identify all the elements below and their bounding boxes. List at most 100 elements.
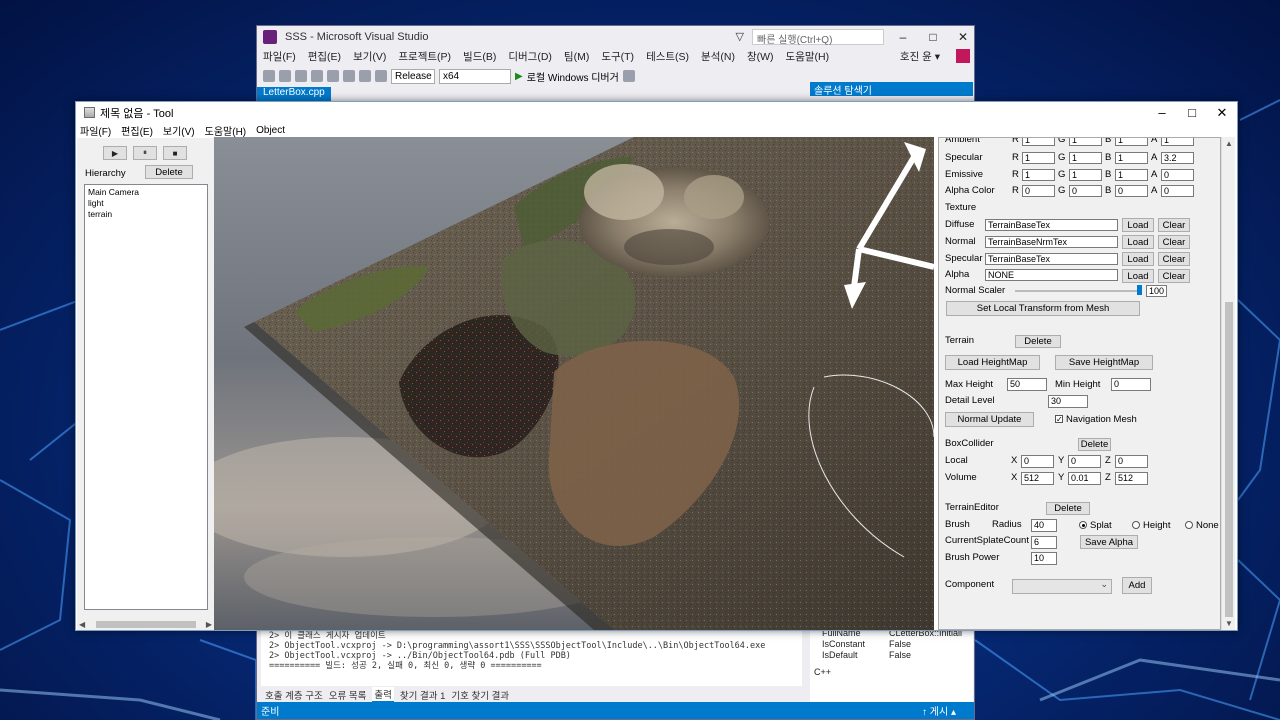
save-heightmap-button[interactable]: Save HeightMap — [1055, 355, 1153, 370]
configuration-select[interactable]: Release — [391, 68, 435, 84]
local-x-input[interactable]: 0 — [1021, 455, 1054, 468]
specular-b-input[interactable]: 1 — [1115, 152, 1148, 164]
specular-clear-button[interactable]: Clear — [1158, 252, 1190, 266]
tab-error-list[interactable]: 오류 목록 — [329, 688, 367, 702]
diffuse-load-button[interactable]: Load — [1122, 218, 1154, 232]
diffuse-texture-field[interactable]: TerrainBaseTex — [985, 219, 1118, 231]
local-y-input[interactable]: 0 — [1068, 455, 1101, 468]
alpha-color-g-input[interactable]: 0 — [1069, 185, 1102, 197]
navigation-mesh-checkbox[interactable]: ✓ — [1055, 415, 1063, 424]
list-item[interactable]: Main Camera — [88, 187, 204, 198]
current-splat-count-input[interactable]: 6 — [1031, 536, 1057, 549]
vs-menu-tools[interactable]: 도구(T) — [601, 49, 634, 64]
tab-letterbox-cpp[interactable]: LetterBox.cpp — [257, 87, 331, 101]
save-icon[interactable] — [327, 70, 339, 82]
maximize-icon[interactable]: □ — [1177, 105, 1207, 120]
load-heightmap-button[interactable]: Load HeightMap — [945, 355, 1040, 370]
tool-menu-object[interactable]: Object — [256, 125, 285, 136]
list-item[interactable]: light — [88, 198, 204, 209]
ambient-a-input[interactable]: 1 — [1161, 138, 1194, 146]
tool-menu-file[interactable]: 파일(F) — [80, 123, 111, 138]
detail-level-input[interactable]: 30 — [1048, 395, 1088, 408]
list-item[interactable]: terrain — [88, 209, 204, 220]
normal-load-button[interactable]: Load — [1122, 235, 1154, 249]
platform-select[interactable]: x64 — [439, 68, 511, 84]
hierarchy-scrollbar[interactable]: ◀ ▶ — [79, 618, 212, 630]
emissive-a-input[interactable]: 0 — [1161, 169, 1194, 181]
vs-menu-build[interactable]: 빌드(B) — [463, 49, 496, 64]
box-collider-delete-button[interactable]: Delete — [1078, 438, 1111, 451]
minimize-icon[interactable]: – — [892, 30, 914, 44]
debug-target-button[interactable]: 로컬 Windows 디버거 — [527, 69, 619, 84]
tool-menu-edit[interactable]: 편집(E) — [121, 123, 153, 138]
vs-menu-test[interactable]: 테스트(S) — [646, 49, 689, 64]
max-height-input[interactable]: 50 — [1007, 378, 1047, 391]
local-z-input[interactable]: 0 — [1115, 455, 1148, 468]
play-button[interactable]: ▶ — [103, 146, 127, 160]
close-icon[interactable]: ✕ — [1207, 105, 1237, 121]
emissive-g-input[interactable]: 1 — [1069, 169, 1102, 181]
tool-menu-view[interactable]: 보기(V) — [163, 123, 195, 138]
alpha-color-a-input[interactable]: 0 — [1161, 185, 1194, 197]
normal-update-button[interactable]: Normal Update — [945, 412, 1034, 427]
scroll-left-icon[interactable]: ◀ — [79, 620, 85, 629]
alpha-clear-button[interactable]: Clear — [1158, 269, 1190, 283]
alpha-color-r-input[interactable]: 0 — [1022, 185, 1055, 197]
scene-viewport[interactable] — [214, 137, 934, 630]
start-debug-icon[interactable]: ▶ — [515, 71, 523, 82]
terrain-editor-delete-button[interactable]: Delete — [1046, 502, 1090, 515]
brush-power-input[interactable]: 10 — [1031, 552, 1057, 565]
open-file-icon[interactable] — [311, 70, 323, 82]
filter-icon[interactable]: ▽ — [736, 30, 744, 43]
emissive-b-input[interactable]: 1 — [1115, 169, 1148, 181]
forward-icon[interactable] — [279, 70, 291, 82]
brush-mode-none-radio[interactable] — [1185, 521, 1193, 529]
brush-mode-height-radio[interactable] — [1132, 521, 1140, 529]
pause-button[interactable]: ⏸ — [133, 146, 157, 160]
vs-menu-file[interactable]: 파일(F) — [263, 49, 296, 64]
alpha-color-b-input[interactable]: 0 — [1115, 185, 1148, 197]
vs-menu-help[interactable]: 도움말(H) — [786, 49, 830, 64]
vs-menu-team[interactable]: 팀(M) — [564, 49, 589, 64]
vs-menu-edit[interactable]: 편집(E) — [308, 49, 341, 64]
component-select[interactable] — [1012, 579, 1112, 594]
tab-output[interactable]: 출력 — [372, 687, 394, 703]
solution-explorer-header[interactable]: 솔루션 탐색기 — [810, 82, 973, 97]
min-height-input[interactable]: 0 — [1111, 378, 1151, 391]
tab-find-results[interactable]: 찾기 결과 1 — [400, 688, 446, 702]
volume-z-input[interactable]: 512 — [1115, 472, 1148, 485]
bookmark-icon[interactable] — [622, 70, 635, 82]
vs-menu-window[interactable]: 창(W) — [747, 49, 774, 64]
quick-launch-input[interactable]: 빠른 실행(Ctrl+Q) — [752, 28, 884, 46]
add-component-button[interactable]: Add — [1122, 577, 1152, 594]
tool-menu-help[interactable]: 도움말(H) — [205, 123, 246, 138]
close-icon[interactable]: ✕ — [952, 30, 974, 44]
new-project-icon[interactable] — [295, 70, 307, 82]
specular-a-input[interactable]: 3.2 — [1161, 152, 1194, 164]
normal-scaler-thumb[interactable] — [1136, 285, 1142, 295]
normal-clear-button[interactable]: Clear — [1158, 235, 1190, 249]
scroll-right-icon[interactable]: ▶ — [206, 620, 212, 629]
back-icon[interactable] — [263, 70, 275, 82]
specular-load-button[interactable]: Load — [1122, 252, 1154, 266]
vs-menu-analyze[interactable]: 분석(N) — [701, 49, 735, 64]
terrain-delete-button[interactable]: Delete — [1015, 335, 1061, 348]
ambient-g-input[interactable]: 1 — [1069, 138, 1102, 146]
tab-call-hierarchy[interactable]: 호출 계층 구조 — [265, 688, 323, 702]
vs-menu-debug[interactable]: 디버그(D) — [508, 49, 552, 64]
normal-scaler-track[interactable] — [1015, 290, 1141, 292]
save-all-icon[interactable] — [343, 70, 355, 82]
vs-menu-project[interactable]: 프로젝트(P) — [398, 49, 451, 64]
save-alpha-button[interactable]: Save Alpha — [1080, 535, 1138, 549]
vs-user-name[interactable]: 호진 윤 ▾ — [900, 49, 940, 64]
tab-find-symbol-results[interactable]: 기호 찾기 결과 — [451, 688, 509, 702]
ambient-r-input[interactable]: 1 — [1022, 138, 1055, 146]
brush-mode-splat-radio[interactable] — [1079, 521, 1087, 529]
scroll-up-icon[interactable]: ▲ — [1225, 139, 1233, 148]
inspector-scrollbar[interactable]: ▲ ▼ — [1221, 137, 1235, 630]
scroll-thumb[interactable] — [1225, 302, 1233, 617]
specular-g-input[interactable]: 1 — [1069, 152, 1102, 164]
normal-texture-field[interactable]: TerrainBaseNrmTex — [985, 236, 1118, 248]
specular-texture-field[interactable]: TerrainBaseTex — [985, 253, 1118, 265]
hierarchy-delete-button[interactable]: Delete — [145, 165, 193, 179]
